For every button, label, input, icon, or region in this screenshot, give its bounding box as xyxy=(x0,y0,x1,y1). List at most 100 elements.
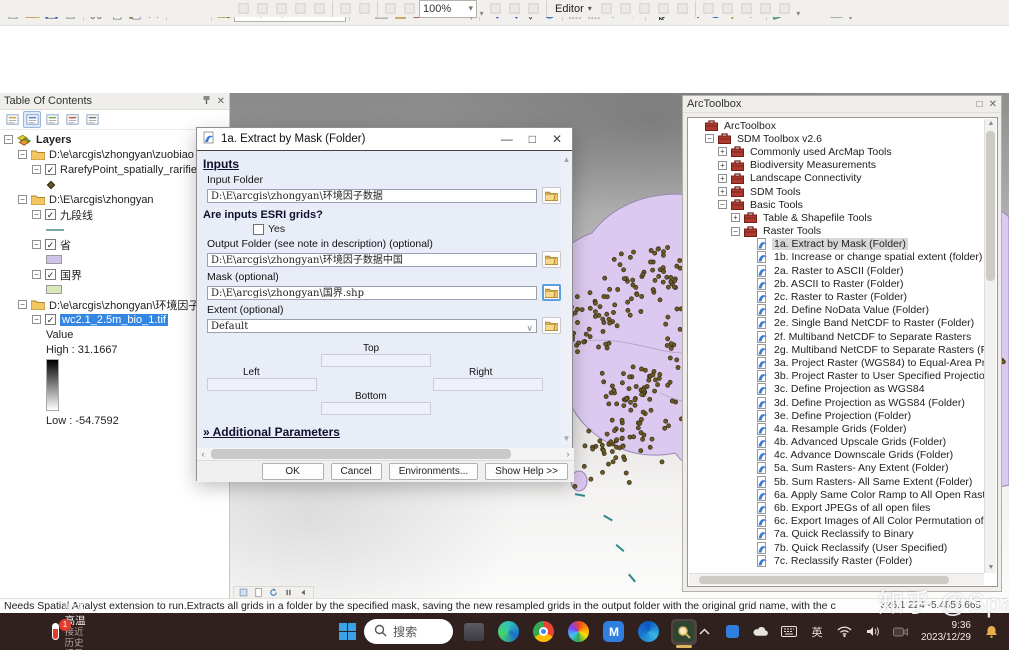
toolbox-item[interactable]: 7b. Quick Reclassify (User Specified) xyxy=(689,541,984,554)
extent-left-field[interactable] xyxy=(207,378,317,391)
layout-grid-1-button[interactable] xyxy=(336,0,355,18)
edge-taskbar-button[interactable] xyxy=(496,619,522,645)
toolbox-item[interactable]: 3d. Define Projection as WGS84 (Folder) xyxy=(689,396,984,409)
data-view-button[interactable] xyxy=(237,587,250,598)
taskbar-search[interactable]: 搜索 xyxy=(364,619,453,644)
tree-expander-icon[interactable]: − xyxy=(4,135,13,144)
toolbox-item[interactable]: + SDM Tools xyxy=(689,185,984,198)
dialog-close-button[interactable]: ✕ xyxy=(552,132,562,146)
toolbox-item-label[interactable]: 4c. Advance Downscale Grids (Folder) xyxy=(772,449,955,461)
zoom-percent-combo[interactable]: 100% ▾ xyxy=(419,0,477,18)
cloud-icon[interactable] xyxy=(753,624,769,640)
toolbox-item[interactable]: 2e. Single Band NetCDF to Raster (Folder… xyxy=(689,317,984,330)
ime-icon[interactable]: 英 xyxy=(809,624,825,640)
sketch-line-button[interactable] xyxy=(635,0,654,18)
toc-tree-item[interactable]: − D:\e\arcgis\zhongyan\zuobiao xyxy=(2,147,229,162)
ok-button[interactable]: OK xyxy=(261,463,324,480)
show-help-button[interactable]: Show Help >> xyxy=(485,463,568,480)
toc-tree-item[interactable]: − ✓ 省 xyxy=(2,237,229,252)
toolbox-item-label[interactable]: 2c. Raster to Raster (Folder) xyxy=(772,291,909,303)
toolbar-overflow-icon[interactable]: ▾ xyxy=(794,0,803,18)
toolbox-item-label[interactable]: 2d. Define NoData Value (Folder) xyxy=(772,304,931,316)
notification-bell-icon[interactable] xyxy=(983,624,999,640)
layer-label[interactable]: 九段线 xyxy=(60,207,93,223)
toolbar-overflow-icon[interactable]: ▾ xyxy=(477,0,486,18)
scroll-right-icon[interactable]: › xyxy=(562,449,574,459)
inputs-section-header[interactable]: Inputs xyxy=(203,157,574,171)
toc-tree-item[interactable]: − ✓ wc2.1_2.5m_bio_1.tif xyxy=(2,312,229,327)
layer-label[interactable]: 省 xyxy=(60,237,71,253)
edge-blue-taskbar-button[interactable] xyxy=(636,619,662,645)
edit-cursor-button[interactable] xyxy=(597,0,616,18)
edit-t5-button[interactable] xyxy=(775,0,794,18)
toolbox-item-label[interactable]: 7a. Quick Reclassify to Binary xyxy=(772,528,915,540)
arctoolbox-vscrollbar[interactable]: ▲ ▼ xyxy=(984,119,996,573)
browse-folder-button[interactable] xyxy=(542,284,561,301)
toolbox-item-label[interactable]: 2a. Raster to ASCII (Folder) xyxy=(772,265,906,277)
toolbox-item[interactable]: 2c. Raster to Raster (Folder) xyxy=(689,290,984,304)
toolbox-item-label[interactable]: ArcToolbox xyxy=(722,120,778,132)
toolbox-item[interactable]: 4b. Advanced Upscale Grids (Folder) xyxy=(689,436,984,449)
toolbox-item[interactable]: 3c. Define Projection as WGS84 xyxy=(689,383,984,396)
tree-expander-icon[interactable]: − xyxy=(32,315,41,324)
georef-3-button[interactable] xyxy=(272,0,291,18)
toolbox-item-label[interactable]: 6b. Export JPEGs of all open files xyxy=(772,502,932,514)
tree-expander-icon[interactable]: − xyxy=(18,195,27,204)
toolbox-item[interactable]: 4a. Resample Grids (Folder) xyxy=(689,422,984,435)
sketch-rect-button[interactable] xyxy=(673,0,692,18)
toolbox-item-label[interactable]: 3b. Project Raster to User Specified Pro… xyxy=(772,370,984,382)
dialog-minimize-button[interactable]: — xyxy=(501,132,513,146)
tree-expander-icon[interactable]: + xyxy=(718,160,727,170)
dialog-maximize-button[interactable]: □ xyxy=(529,132,536,146)
toolbox-item[interactable]: − SDM Toolbox v2.6 xyxy=(689,132,984,145)
georef-1-button[interactable] xyxy=(234,0,253,18)
tree-expander-icon[interactable]: − xyxy=(32,165,41,174)
toolbox-item-label[interactable]: Landscape Connectivity xyxy=(748,172,864,184)
georef-2-button[interactable] xyxy=(253,0,272,18)
toc-close-icon[interactable]: ✕ xyxy=(217,96,225,107)
toolbox-item[interactable]: 3e. Define Projection (Folder) xyxy=(689,409,984,422)
cancel-button[interactable]: Cancel xyxy=(330,463,382,480)
toolbox-item-label[interactable]: SDM Tools xyxy=(748,186,803,198)
browse-folder-button[interactable] xyxy=(542,187,561,204)
toolbox-item[interactable]: − Basic Tools xyxy=(689,198,984,211)
camera-icon[interactable] xyxy=(893,624,909,640)
toolbox-item-label[interactable]: Raster Tools xyxy=(761,225,823,237)
toolbox-item[interactable]: 6c. Export Images of All Color Permutati… xyxy=(689,515,984,528)
tree-expander-icon[interactable]: − xyxy=(18,150,27,159)
toolbox-item[interactable]: 4c. Advance Downscale Grids (Folder) xyxy=(689,449,984,462)
toolbox-item[interactable]: + Commonly used ArcMap Tools xyxy=(689,145,984,158)
toolbox-item[interactable]: 7c. Reclassify Raster (Folder) xyxy=(689,554,984,567)
color-wheel-taskbar-button[interactable] xyxy=(566,619,592,645)
layer-label[interactable]: D:\e\arcgis\zhongyan\zuobiao xyxy=(49,149,194,161)
browse-folder-button[interactable] xyxy=(542,251,561,268)
list-by-visibility-button[interactable] xyxy=(43,111,61,128)
toolbox-item[interactable]: 3b. Project Raster to User Specified Pro… xyxy=(689,370,984,383)
layout-grid-2-button[interactable] xyxy=(355,0,374,18)
layout-view-button[interactable] xyxy=(252,587,265,598)
environments-button[interactable]: Environments... xyxy=(388,463,479,480)
toolbox-item-label[interactable]: 5b. Sum Rasters- All Same Extent (Folder… xyxy=(772,476,974,488)
toc-tree-item[interactable]: − ✓ 九段线 xyxy=(2,207,229,222)
toolbox-item[interactable]: ArcToolbox xyxy=(689,119,984,132)
page-1-button[interactable] xyxy=(486,0,505,18)
scroll-left-icon[interactable]: ‹ xyxy=(197,449,209,459)
scroll-up-icon[interactable]: ▲ xyxy=(561,155,572,164)
toolbox-item-label[interactable]: 5a. Sum Rasters- Any Extent (Folder) xyxy=(772,462,950,474)
edit-t2-button[interactable] xyxy=(718,0,737,18)
toolbox-item-label[interactable]: 3d. Define Projection as WGS84 (Folder) xyxy=(772,397,967,409)
hscroll-thumb[interactable] xyxy=(699,576,949,584)
tree-expander-icon[interactable]: − xyxy=(18,300,27,309)
tree-expander-icon[interactable]: − xyxy=(718,200,727,210)
list-by-source-button[interactable] xyxy=(23,111,41,128)
toolbox-item[interactable]: − Raster Tools xyxy=(689,225,984,238)
tree-expander-icon[interactable]: − xyxy=(731,226,740,236)
layer-checkbox[interactable]: ✓ xyxy=(45,314,56,325)
tree-expander-icon[interactable]: − xyxy=(32,270,41,279)
georef-5-button[interactable] xyxy=(310,0,329,18)
toolbox-item-label[interactable]: 2e. Single Band NetCDF to Raster (Folder… xyxy=(772,317,976,329)
toolbox-item-label[interactable]: 4b. Advanced Upscale Grids (Folder) xyxy=(772,436,948,448)
zoom-prev-button[interactable] xyxy=(381,0,400,18)
extent-top-field[interactable] xyxy=(321,354,431,367)
toc-tree-item[interactable]: − Layers xyxy=(2,132,229,147)
